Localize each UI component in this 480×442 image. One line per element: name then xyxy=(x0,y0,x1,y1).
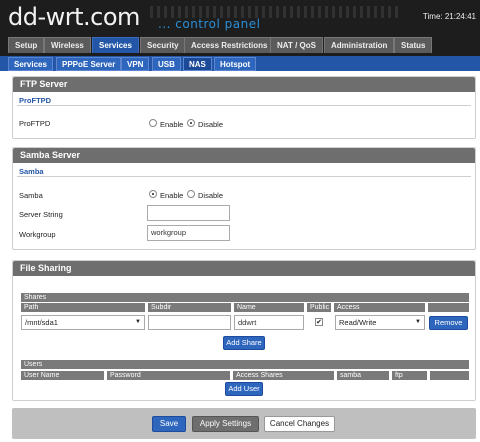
users-header: Users xyxy=(21,360,469,369)
tab-security[interactable]: Security xyxy=(140,37,186,53)
subtab-hotspot[interactable]: Hotspot xyxy=(214,57,257,71)
cancel-changes-button[interactable]: Cancel Changes xyxy=(264,416,335,432)
tab-access-restrictions[interactable]: Access Restrictions xyxy=(184,37,275,53)
proftpd-legend: ProFTPD xyxy=(19,96,52,105)
subtab-pppoe-server[interactable]: PPPoE Server xyxy=(56,57,122,71)
tab-status[interactable]: Status xyxy=(394,37,433,53)
share-name-input[interactable]: ddwrt xyxy=(234,315,304,330)
header-subtitle: ... control panel xyxy=(158,17,261,31)
file-sharing-section: File Sharing Shares Path Subdir Name Pub… xyxy=(12,260,476,401)
col-username: User Name xyxy=(21,371,104,380)
col-name: Name xyxy=(234,303,304,312)
content: FTP Server ProFTPD ProFTPD Enable Disabl… xyxy=(0,71,480,442)
divider xyxy=(17,176,471,177)
proftpd-disable-radio[interactable] xyxy=(187,119,195,127)
action-bar: Save Apply Settings Cancel Changes xyxy=(12,408,476,439)
sub-tabs: Services PPPoE Server VPN USB NAS Hotspo… xyxy=(0,54,480,71)
path-value: /mnt/sda1 xyxy=(25,318,58,327)
divider xyxy=(17,105,471,106)
tab-wireless[interactable]: Wireless xyxy=(44,37,91,53)
workgroup-input[interactable]: workgroup xyxy=(147,225,230,241)
tab-administration[interactable]: Administration xyxy=(324,37,395,53)
tab-services[interactable]: Services xyxy=(92,37,139,53)
proftpd-enable-label: Enable xyxy=(160,120,184,129)
col-user-actions xyxy=(430,371,469,380)
proftpd-enable-radio[interactable] xyxy=(149,119,157,127)
subtab-services[interactable]: Services xyxy=(8,57,53,71)
proftpd-disable-label: Disable xyxy=(198,120,224,129)
samba-enable-radio[interactable] xyxy=(149,190,157,198)
shares-header: Shares xyxy=(21,293,469,302)
server-string-input[interactable] xyxy=(147,205,230,221)
server-string-label: Server String xyxy=(19,210,63,219)
public-checkbox[interactable]: ✔ xyxy=(315,318,323,326)
samba-disable-label: Disable xyxy=(198,191,224,200)
col-samba: samba xyxy=(337,371,389,380)
col-ftp: ftp xyxy=(392,371,427,380)
subdir-input[interactable] xyxy=(148,315,231,330)
samba-enable-label: Enable xyxy=(160,191,184,200)
proftpd-label: ProFTPD xyxy=(19,119,51,128)
section-title: Samba Server xyxy=(13,148,475,163)
apply-settings-button[interactable]: Apply Settings xyxy=(192,416,259,432)
access-select[interactable]: Read/Write ▼ xyxy=(335,315,425,330)
chevron-down-icon: ▼ xyxy=(415,319,421,325)
main-tabs: Setup Wireless Services Security Access … xyxy=(0,37,480,54)
section-title: FTP Server xyxy=(13,77,475,92)
subtab-nas[interactable]: NAS xyxy=(183,57,212,71)
section-title: File Sharing xyxy=(13,261,475,276)
col-path: Path xyxy=(21,303,145,312)
col-access-shares: Access Shares xyxy=(233,371,334,380)
samba-legend: Samba xyxy=(19,167,44,176)
add-user-button[interactable]: Add User xyxy=(225,382,263,396)
col-public: Public xyxy=(307,303,331,312)
samba-disable-radio[interactable] xyxy=(187,190,195,198)
logo: dd-wrt.com xyxy=(8,3,140,31)
save-button[interactable]: Save xyxy=(152,416,186,432)
samba-server-section: Samba Server Samba Samba Enable Disable … xyxy=(12,147,476,250)
remove-share-button[interactable]: Remove xyxy=(429,316,468,330)
path-select[interactable]: /mnt/sda1 ▼ xyxy=(21,315,145,330)
chevron-down-icon: ▼ xyxy=(135,319,141,325)
col-actions xyxy=(428,303,469,312)
header: dd-wrt.com ... control panel Time: 21:24… xyxy=(0,0,480,37)
workgroup-label: Workgroup xyxy=(19,230,56,239)
subtab-usb[interactable]: USB xyxy=(152,57,181,71)
ftp-server-section: FTP Server ProFTPD ProFTPD Enable Disabl… xyxy=(12,76,476,139)
subtab-vpn[interactable]: VPN xyxy=(121,57,150,71)
samba-label: Samba xyxy=(19,191,43,200)
tab-setup[interactable]: Setup xyxy=(8,37,45,53)
col-access: Access xyxy=(334,303,425,312)
add-share-button[interactable]: Add Share xyxy=(223,336,265,350)
clock: Time: 21:24:41 xyxy=(422,12,476,21)
access-value: Read/Write xyxy=(339,318,377,327)
col-password: Password xyxy=(107,371,230,380)
tab-nat-qos[interactable]: NAT / QoS xyxy=(270,37,323,53)
col-subdir: Subdir xyxy=(148,303,231,312)
